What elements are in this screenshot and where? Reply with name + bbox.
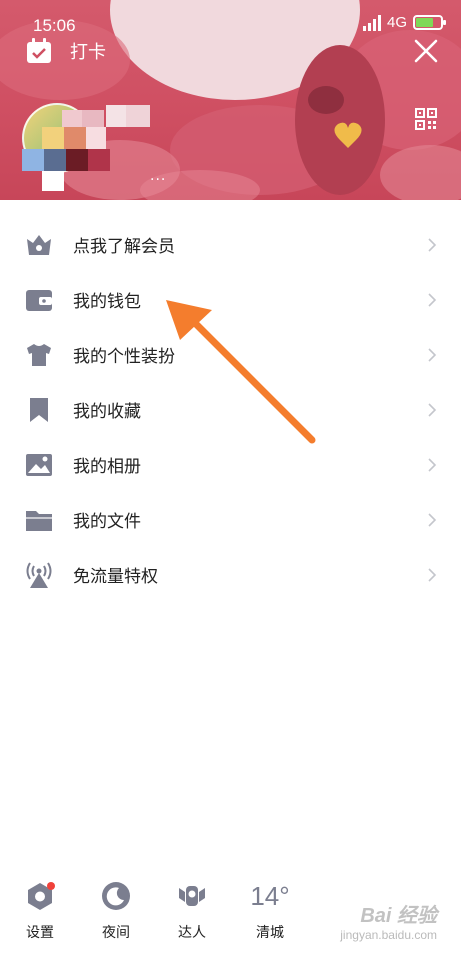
- chevron-right-icon: [428, 237, 437, 252]
- chevron-right-icon: [428, 402, 437, 417]
- weather-temperature: 14°: [250, 881, 290, 911]
- night-label: 夜间: [102, 925, 130, 941]
- shirt-icon: [27, 343, 51, 366]
- watermark-url: jingyan.baidu.com: [340, 928, 437, 942]
- settings-label: 设置: [26, 925, 54, 941]
- menu-label: 我的收藏: [73, 402, 141, 422]
- moon-icon: [102, 882, 130, 910]
- menu-item-free-data[interactable]: 免流量特权: [0, 547, 461, 602]
- menu-label: 我的文件: [73, 512, 141, 532]
- watermark: Bai 经验 jingyan.baidu.com: [340, 899, 437, 942]
- chevron-right-icon: [428, 512, 437, 527]
- menu-label: 我的相册: [73, 457, 141, 477]
- weather-city: 清城: [256, 925, 284, 941]
- expert-label: 达人: [178, 925, 206, 941]
- menu-label: 我的钱包: [73, 292, 141, 312]
- menu-label: 点我了解会员: [73, 237, 175, 257]
- folder-icon: [26, 510, 52, 531]
- chevron-right-icon: [428, 292, 437, 307]
- chevron-right-icon: [428, 567, 437, 582]
- signal-icon: [362, 14, 381, 31]
- photo-icon: [26, 453, 52, 476]
- watermark-logo: Bai 经验: [360, 905, 437, 927]
- bookmark-icon: [30, 397, 48, 422]
- menu-item-files[interactable]: 我的文件: [0, 492, 461, 547]
- close-icon[interactable]: [413, 38, 439, 64]
- menu-item-personalize[interactable]: 我的个性装扮: [0, 327, 461, 382]
- wallet-icon: [26, 289, 52, 311]
- notification-dot: [47, 882, 55, 890]
- winged-badge-icon: [179, 886, 205, 906]
- chevron-right-icon: [428, 457, 437, 472]
- status-time: 15:06: [33, 16, 76, 35]
- calendar-check-icon: [27, 38, 51, 63]
- status-indicators: 4G: [362, 14, 446, 31]
- weather-button[interactable]: 14° 清城: [240, 880, 300, 942]
- crown-icon: [27, 234, 51, 255]
- night-mode-button[interactable]: 夜间: [86, 880, 146, 942]
- antenna-icon: [26, 561, 52, 588]
- menu-label: 我的个性装扮: [73, 347, 175, 367]
- menu-item-favorites[interactable]: 我的收藏: [0, 382, 461, 437]
- checkin-label: 打卡: [70, 42, 106, 63]
- checkin-button[interactable]: 打卡: [26, 38, 106, 64]
- menu-list: 点我了解会员 我的钱包 我的个性装扮 我的收藏 我的相册 我的文件 免流量特权: [0, 217, 461, 602]
- network-type: 4G: [386, 14, 407, 31]
- profile-header: 15:06 4G 打卡 ...: [0, 0, 461, 200]
- menu-item-membership[interactable]: 点我了解会员: [0, 217, 461, 272]
- chevron-right-icon: [428, 347, 437, 362]
- more-dots[interactable]: ...: [150, 168, 166, 184]
- qr-code-icon[interactable]: [415, 108, 437, 130]
- expert-button[interactable]: 达人: [162, 880, 222, 942]
- battery-icon: [413, 15, 446, 30]
- settings-button[interactable]: 设置: [10, 880, 70, 942]
- menu-item-wallet[interactable]: 我的钱包: [0, 272, 461, 327]
- battery-level: [416, 18, 433, 27]
- menu-label: 免流量特权: [73, 567, 158, 587]
- menu-item-album[interactable]: 我的相册: [0, 437, 461, 492]
